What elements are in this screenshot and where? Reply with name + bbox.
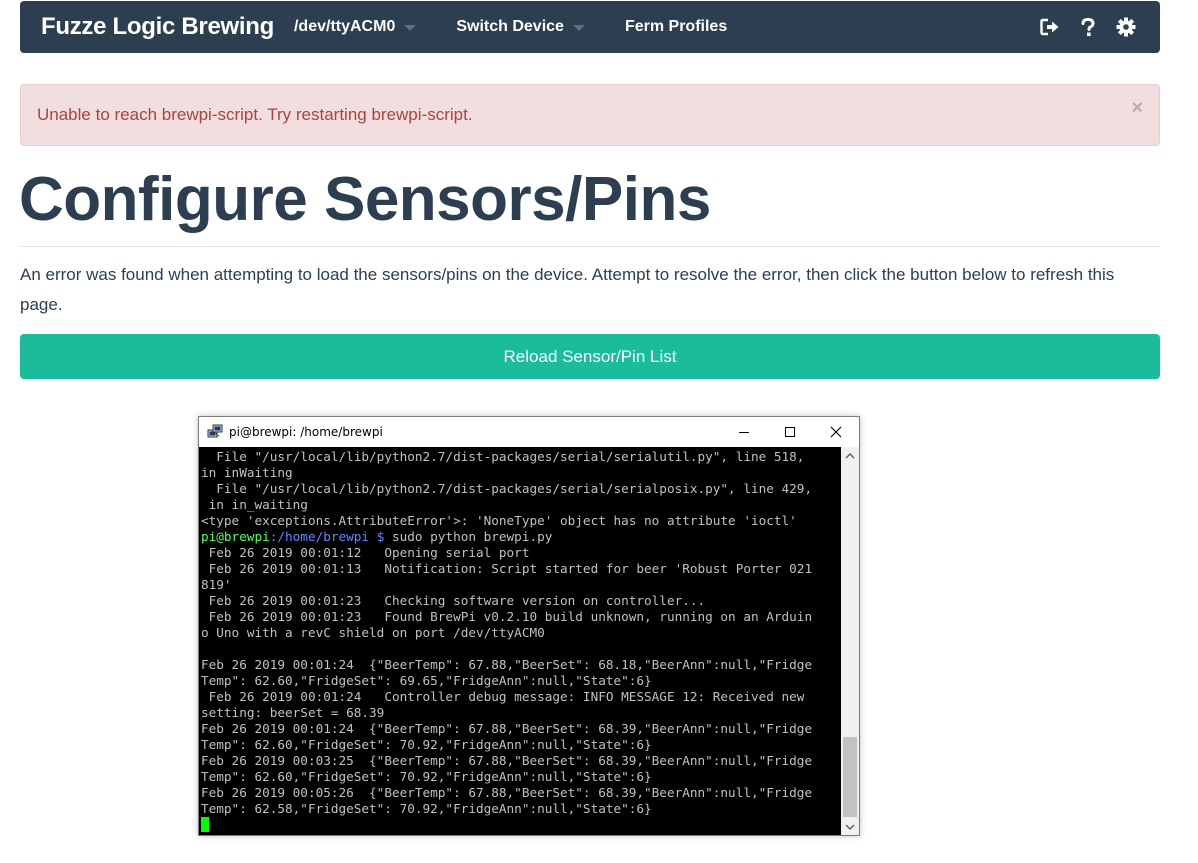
prompt-path: :/home/brewpi $ <box>269 529 385 544</box>
terminal-line: File "/usr/local/lib/python2.7/dist-pack… <box>201 449 805 464</box>
terminal-line: File "/usr/local/lib/python2.7/dist-pack… <box>201 481 813 496</box>
page-title: Configure Sensors/Pins <box>19 165 711 234</box>
terminal-cursor <box>201 817 209 832</box>
prompt-user: pi@brewpi <box>201 529 270 544</box>
terminal-line: Feb 26 2019 00:01:24 {"BeerTemp": 67.88,… <box>201 721 813 736</box>
terminal-line: <type 'exceptions.AttributeError'>: 'Non… <box>201 513 797 528</box>
terminal-line: Feb 26 2019 00:05:26 {"BeerTemp": 67.88,… <box>201 785 813 800</box>
ferm-profiles-link[interactable]: Ferm Profiles <box>625 18 727 36</box>
minimize-button[interactable] <box>721 417 767 447</box>
terminal-line: setting: beerSet = 68.39 <box>201 705 385 720</box>
terminal-line: 819' <box>201 577 232 592</box>
terminal-window: pi@brewpi: /home/brewpi File "/usr/local… <box>198 416 860 836</box>
prompt-command: sudo python brewpi.py <box>384 529 553 544</box>
terminal-line: Feb 26 2019 00:03:25 {"BeerTemp": 67.88,… <box>201 753 813 768</box>
help-icon[interactable] <box>1078 17 1098 37</box>
gear-icon[interactable] <box>1116 17 1136 37</box>
nav-icons <box>1040 17 1136 37</box>
chevron-down-icon <box>404 25 417 31</box>
terminal-line: o Uno with a revC shield on port /dev/tt… <box>201 625 545 640</box>
brand[interactable]: Fuzze Logic Brewing <box>41 13 274 41</box>
terminal-line: Feb 26 2019 00:01:24 Controller debug me… <box>201 689 805 704</box>
terminal-line: Feb 26 2019 00:01:12 Opening serial port <box>201 545 530 560</box>
terminal-line: Feb 26 2019 00:01:13 Notification: Scrip… <box>201 561 813 576</box>
terminal-titlebar[interactable]: pi@brewpi: /home/brewpi <box>199 417 859 447</box>
device-label: /dev/ttyACM0 <box>293 18 396 35</box>
close-window-button[interactable] <box>813 417 859 447</box>
terminal-line: in in_waiting <box>201 497 308 512</box>
sign-out-icon[interactable] <box>1040 17 1060 37</box>
reload-sensor-pin-button[interactable]: Reload Sensor/Pin List <box>20 334 1160 379</box>
terminal-line: Feb 26 2019 00:01:24 {"BeerTemp": 67.88,… <box>201 657 813 672</box>
terminal-line: in inWaiting <box>201 465 293 480</box>
switch-device-label: Switch Device <box>456 18 564 35</box>
terminal-line: Feb 26 2019 00:01:23 Checking software v… <box>201 593 706 608</box>
terminal-line: Temp": 62.58,"FridgeSet": 70.92,"FridgeA… <box>201 801 652 816</box>
scrollbar-thumb[interactable] <box>843 737 857 817</box>
maximize-button[interactable] <box>767 417 813 447</box>
navbar: Fuzze Logic Brewing /dev/ttyACM0 Switch … <box>20 1 1160 53</box>
terminal-line: Temp": 62.60,"FridgeSet": 70.92,"FridgeA… <box>201 737 652 752</box>
chevron-down-icon <box>572 25 585 31</box>
scroll-down-icon[interactable] <box>841 818 859 835</box>
terminal-line: Temp": 62.60,"FridgeSet": 69.65,"FridgeA… <box>201 673 652 688</box>
scroll-up-icon[interactable] <box>841 447 859 464</box>
terminal-output[interactable]: File "/usr/local/lib/python2.7/dist-pack… <box>199 447 841 835</box>
page-description: An error was found when attempting to lo… <box>20 265 1115 314</box>
terminal-line: Temp": 62.60,"FridgeSet": 70.92,"FridgeA… <box>201 769 652 784</box>
error-alert: Unable to reach brewpi-script. Try resta… <box>20 84 1160 146</box>
terminal-title: pi@brewpi: /home/brewpi <box>229 425 383 439</box>
device-dropdown[interactable]: /dev/ttyACM0 <box>293 18 417 36</box>
terminal-scrollbar[interactable] <box>841 447 859 835</box>
switch-device-dropdown[interactable]: Switch Device <box>456 18 585 36</box>
close-icon[interactable]: × <box>1131 97 1143 120</box>
alert-message: Unable to reach brewpi-script. Try resta… <box>37 105 473 124</box>
putty-icon <box>207 424 223 440</box>
divider <box>20 246 1160 247</box>
terminal-line: Feb 26 2019 00:01:23 Found BrewPi v0.2.1… <box>201 609 813 624</box>
